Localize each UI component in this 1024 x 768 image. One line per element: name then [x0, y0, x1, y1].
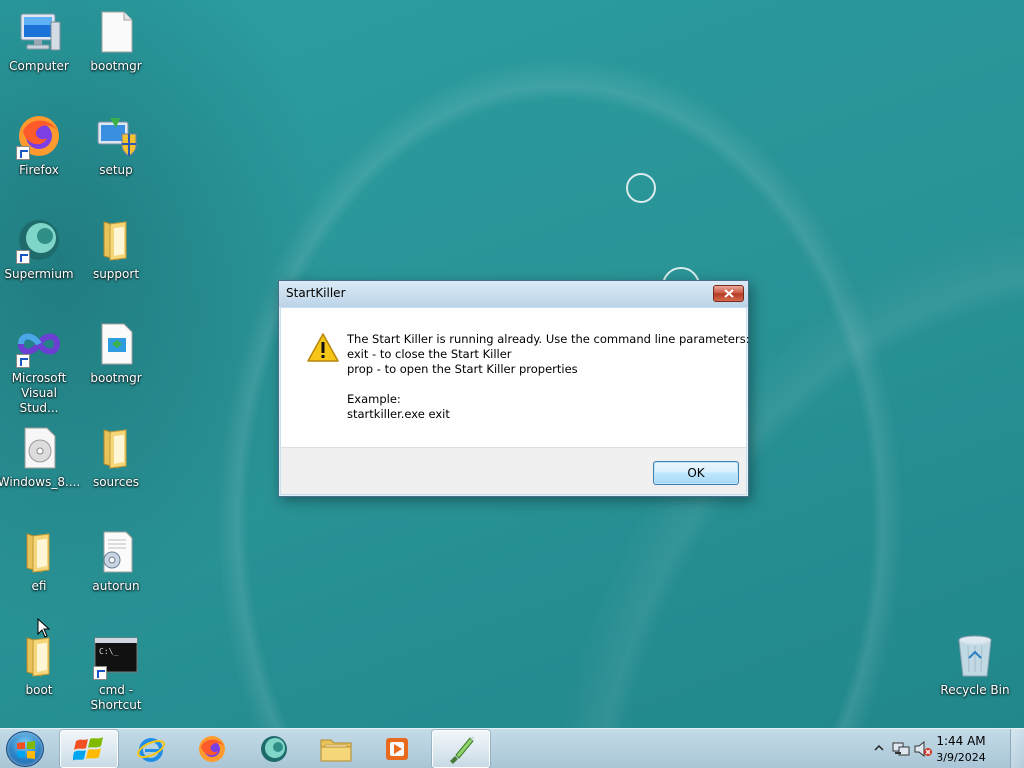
dialog-footer: OK	[281, 447, 746, 494]
desktop-icon-label: Recycle Bin	[940, 683, 1010, 697]
taskbar-supermium-button[interactable]	[245, 730, 303, 768]
desktop-icon-label: support	[92, 267, 140, 281]
close-button[interactable]	[713, 285, 744, 302]
dialog-body: The Start Killer is running already. Use…	[281, 308, 750, 447]
desktop-icon-bootmgr-efi[interactable]: bootmgr	[77, 320, 155, 386]
desktop-icon-autorun[interactable]: autorun	[77, 528, 155, 594]
taskbar-media-player-button[interactable]	[369, 730, 427, 768]
message-line: prop - to open the Start Killer properti…	[347, 362, 578, 376]
desktop-icon-computer[interactable]: Computer	[0, 8, 78, 74]
desktop-icon-cmd-shortcut[interactable]: C:\_ cmd - Shortcut	[77, 632, 155, 713]
firefox-icon	[199, 736, 225, 762]
svg-text:C:\_: C:\_	[99, 647, 118, 656]
desktop-icon-efi[interactable]: efi	[0, 528, 78, 594]
desktop-icon-label: boot	[25, 683, 53, 697]
taskbar-windows-logo-button[interactable]	[60, 730, 118, 768]
taskbar-startkiller-button[interactable]	[432, 730, 490, 768]
efi-file-icon	[92, 320, 140, 368]
file-icon	[92, 8, 140, 56]
windows-logo-icon	[17, 741, 35, 759]
folder-icon	[15, 632, 63, 680]
internet-explorer-icon	[137, 738, 165, 762]
network-icon[interactable]	[892, 741, 910, 757]
desktop: Computer Firefox Supermium Microsoft Vis…	[0, 0, 1024, 728]
desktop-icon-label: Computer	[9, 59, 69, 73]
desktop-icon-windows-iso[interactable]: Windows_8....	[0, 424, 81, 490]
desktop-icon-label: Windows_8....	[0, 475, 81, 489]
folder-icon	[92, 216, 140, 264]
shortcut-arrow-icon	[93, 666, 107, 680]
startkiller-icon	[450, 736, 474, 764]
message-line	[347, 377, 750, 392]
recycle-bin-icon	[951, 632, 999, 680]
setup-icon	[92, 112, 140, 160]
message-line: startkiller.exe exit	[347, 407, 450, 421]
message-line: The Start Killer is running already. Use…	[347, 332, 750, 346]
show-hidden-icons-icon[interactable]	[874, 744, 884, 752]
clock-date[interactable]: 3/9/2024	[926, 751, 996, 764]
media-player-icon	[386, 738, 408, 760]
dialog-title: StartKiller	[286, 286, 346, 300]
cmd-icon: C:\_	[92, 632, 140, 680]
folder-icon	[15, 528, 63, 576]
desktop-icon-recycle-bin[interactable]: Recycle Bin	[936, 632, 1014, 698]
startkiller-dialog: StartKiller The Start Killer is running …	[278, 280, 750, 497]
shortcut-arrow-icon	[16, 354, 30, 368]
taskbar-firefox-button[interactable]	[183, 730, 241, 768]
mouse-cursor-icon	[37, 618, 51, 638]
desktop-icon-boot[interactable]: boot	[0, 632, 78, 698]
supermium-icon	[15, 216, 63, 264]
config-file-icon	[92, 528, 140, 576]
disc-image-icon	[15, 424, 63, 472]
taskbar-file-explorer-button[interactable]	[307, 730, 365, 768]
taskbar-internet-explorer-button[interactable]	[122, 730, 180, 768]
close-icon	[723, 289, 734, 298]
desktop-icon-firefox[interactable]: Firefox	[0, 112, 78, 178]
dialog-message: The Start Killer is running already. Use…	[347, 332, 750, 422]
ok-button[interactable]: OK	[653, 461, 739, 485]
desktop-icon-label: sources	[92, 475, 140, 489]
clock-time[interactable]: 1:44 AM	[926, 734, 996, 748]
desktop-icon-label: Firefox	[19, 163, 59, 177]
message-line: exit - to close the Start Killer	[347, 347, 512, 361]
taskbar: 1:44 AM 3/9/2024	[0, 728, 1024, 768]
desktop-icon-label: bootmgr	[90, 59, 142, 73]
shortcut-arrow-icon	[16, 146, 30, 160]
windows-logo-icon	[73, 737, 103, 761]
desktop-icon-label: Microsoft Visual Stud...	[11, 371, 67, 415]
start-button[interactable]	[6, 731, 44, 767]
visual-studio-icon	[15, 320, 63, 368]
desktop-icon-support[interactable]: support	[77, 216, 155, 282]
folder-icon	[92, 424, 140, 472]
desktop-icon-label: cmd - Shortcut	[90, 683, 142, 712]
desktop-icon-label: bootmgr	[90, 371, 142, 385]
desktop-icon-label: efi	[31, 579, 47, 593]
warning-icon	[307, 333, 339, 362]
system-tray: 1:44 AM 3/9/2024	[864, 729, 1024, 768]
shortcut-arrow-icon	[16, 250, 30, 264]
desktop-icon-supermium[interactable]: Supermium	[0, 216, 78, 282]
show-desktop-button[interactable]	[1010, 729, 1024, 768]
firefox-icon	[15, 112, 63, 160]
wallpaper-ring	[626, 173, 656, 203]
desktop-icon-label: autorun	[92, 579, 140, 593]
desktop-icon-sources[interactable]: sources	[77, 424, 155, 490]
desktop-icon-label: setup	[99, 163, 133, 177]
dialog-titlebar[interactable]: StartKiller	[279, 281, 748, 307]
desktop-icon-bootmgr[interactable]: bootmgr	[77, 8, 155, 74]
desktop-icon-visual-studio[interactable]: Microsoft Visual Stud...	[0, 320, 78, 416]
desktop-icon-setup[interactable]: setup	[77, 112, 155, 178]
computer-icon	[15, 8, 63, 56]
file-explorer-icon	[320, 739, 352, 762]
desktop-icon-label: Supermium	[4, 267, 74, 281]
supermium-icon	[261, 736, 287, 762]
message-line: Example:	[347, 392, 401, 406]
